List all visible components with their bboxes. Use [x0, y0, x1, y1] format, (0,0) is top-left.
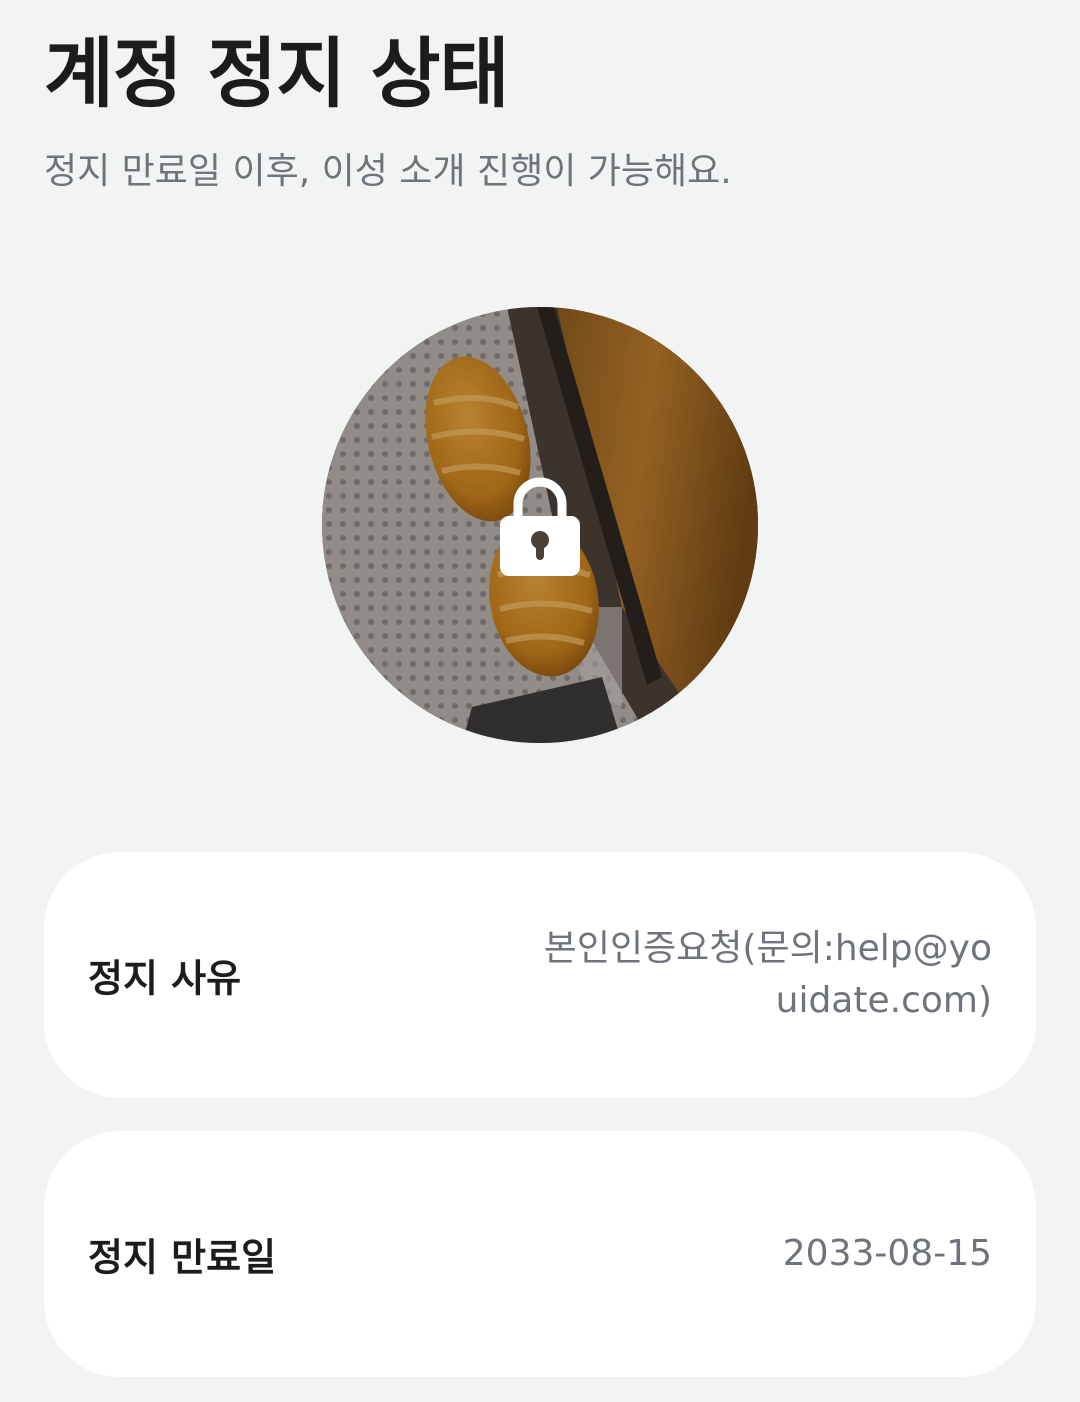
suspension-expiry-card: 정지 만료일 2033-08-15: [44, 1131, 1036, 1377]
suspension-expiry-label: 정지 만료일: [88, 1235, 277, 1280]
page-title: 계정 정지 상태: [44, 29, 509, 118]
suspension-reason-value: 본인인증요청(문의:help@youidate.com): [543, 928, 992, 1021]
lock-icon: [500, 477, 580, 576]
suspension-expiry-value: 2033-08-15: [782, 1233, 992, 1274]
page-subtitle: 정지 만료일 이후, 이성 소개 진행이 가능해요.: [44, 151, 732, 192]
suspension-reason-label: 정지 사유: [88, 956, 242, 1001]
suspension-reason-card: 정지 사유 본인인증요청(문의:help@youidate.com): [44, 852, 1036, 1098]
